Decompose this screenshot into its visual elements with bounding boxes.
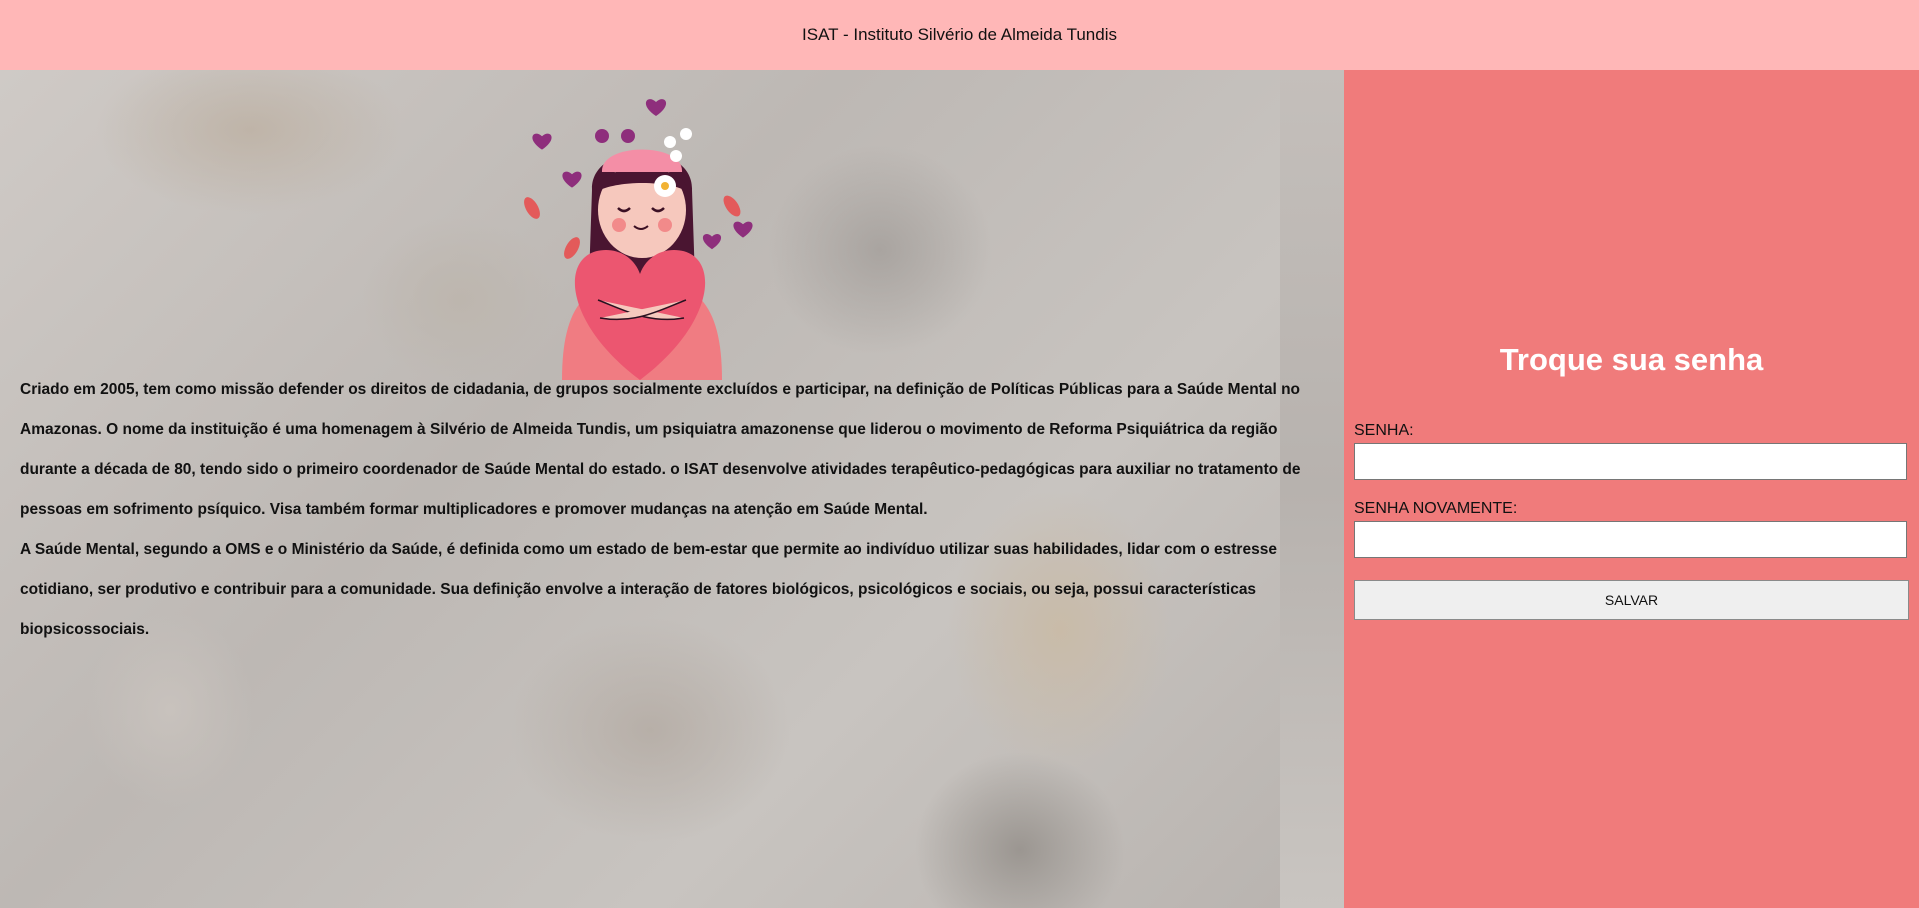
- institution-description: Criado em 2005, tem como missão defender…: [20, 370, 1330, 650]
- leaf-icon: [564, 237, 580, 259]
- heart-icon: [645, 99, 667, 116]
- leaf-icon: [524, 197, 540, 219]
- heart-icon: [532, 133, 552, 150]
- description-paragraph: A Saúde Mental, segundo a OMS e o Minist…: [20, 541, 1277, 638]
- description-paragraph: Criado em 2005, tem como missão defender…: [20, 381, 1301, 518]
- leaf-icon: [723, 195, 741, 217]
- heart-icon: [562, 171, 582, 188]
- info-section: Criado em 2005, tem como missão defender…: [0, 70, 1344, 908]
- password-again-label: SENHA NOVAMENTE:: [1354, 500, 1518, 517]
- password-input[interactable]: [1354, 443, 1907, 480]
- password-form-panel: Troque sua senha SENHA: SENHA NOVAMENTE:…: [1344, 70, 1919, 908]
- heart-icon: [733, 221, 753, 238]
- site-title: ISAT - Instituto Silvério de Almeida Tun…: [802, 25, 1117, 44]
- top-header: ISAT - Instituto Silvério de Almeida Tun…: [0, 0, 1919, 70]
- password-again-input[interactable]: [1354, 521, 1907, 558]
- save-button[interactable]: SALVAR: [1354, 580, 1909, 620]
- form-title: Troque sua senha: [1499, 342, 1764, 377]
- heart-icon: [702, 234, 722, 250]
- mental-health-illustration: [524, 99, 753, 380]
- password-label: SENHA:: [1354, 422, 1414, 439]
